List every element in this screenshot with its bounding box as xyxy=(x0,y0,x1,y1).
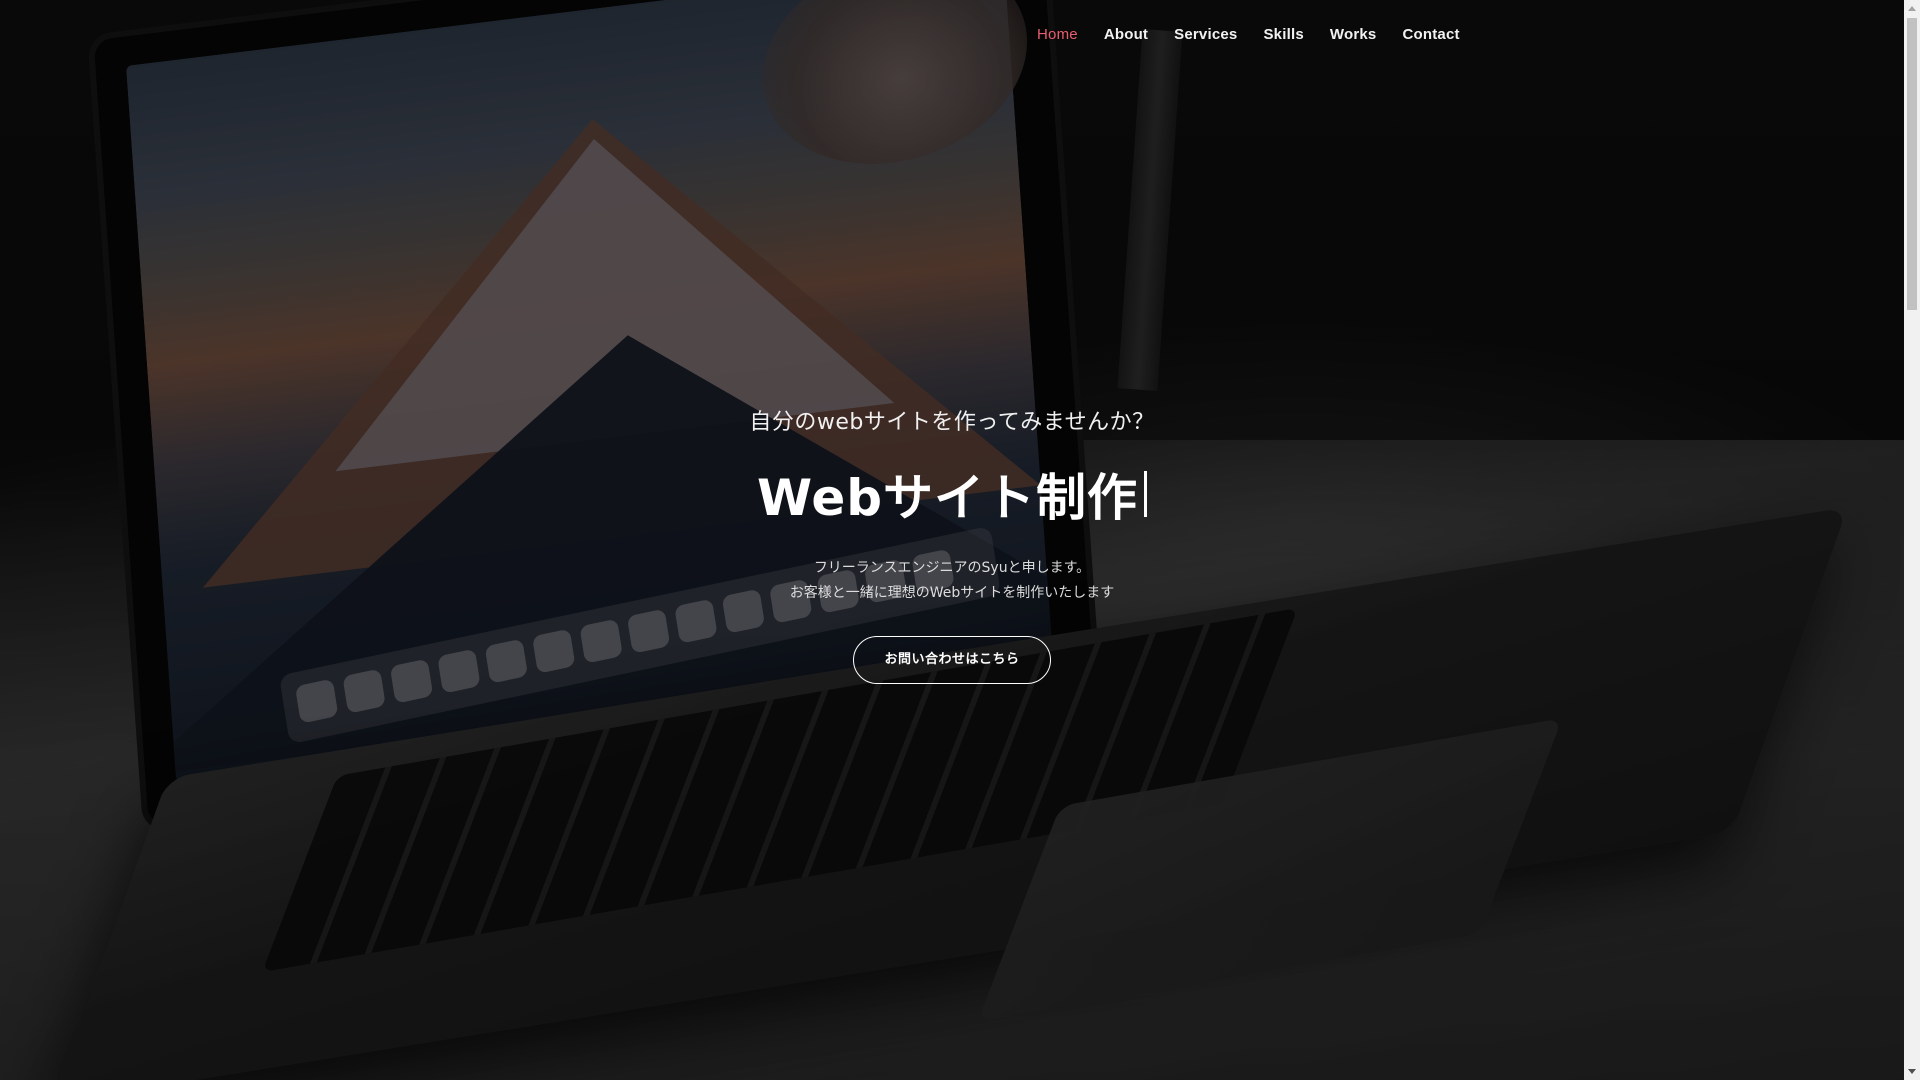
nav-item-about[interactable]: About xyxy=(1091,22,1161,47)
hero-description-line: フリーランスエンジニアのSyuと申します。 xyxy=(813,560,1091,576)
nav-item-skills[interactable]: Skills xyxy=(1250,22,1316,47)
scrollbar-thumb[interactable] xyxy=(1907,18,1917,310)
contact-cta-button[interactable]: お問い合わせはこちら xyxy=(853,636,1051,684)
scroll-up-arrow-icon[interactable] xyxy=(1908,6,1916,11)
hero-title-wrap: Webサイト制作 xyxy=(756,458,1148,530)
hero-section: 自分のwebサイトを作ってみませんか？ Webサイト制作 フリーランスエンジニア… xyxy=(0,404,1904,684)
nav-item-contact[interactable]: Contact xyxy=(1389,22,1472,47)
hero-title: Webサイト制作 xyxy=(756,469,1139,527)
hero-subtitle: 自分のwebサイトを作ってみませんか？ xyxy=(749,410,1155,435)
page-scrollbar[interactable] xyxy=(1904,0,1920,1080)
hero-description: フリーランスエンジニアのSyuと申します。 お客様と一緒に理想のWebサイトを制… xyxy=(0,556,1904,606)
page-viewport: Home About Services Skills Works Contact… xyxy=(0,0,1904,1080)
hero-description-line: お客様と一緒に理想のWebサイトを制作いたします xyxy=(789,585,1115,601)
nav-item-services[interactable]: Services xyxy=(1161,22,1250,47)
main-nav: Home About Services Skills Works Contact xyxy=(1024,22,1473,47)
scroll-down-arrow-icon[interactable] xyxy=(1908,1069,1916,1074)
typing-cursor xyxy=(1144,471,1148,517)
nav-item-works[interactable]: Works xyxy=(1317,22,1390,47)
nav-item-home[interactable]: Home xyxy=(1024,22,1091,47)
